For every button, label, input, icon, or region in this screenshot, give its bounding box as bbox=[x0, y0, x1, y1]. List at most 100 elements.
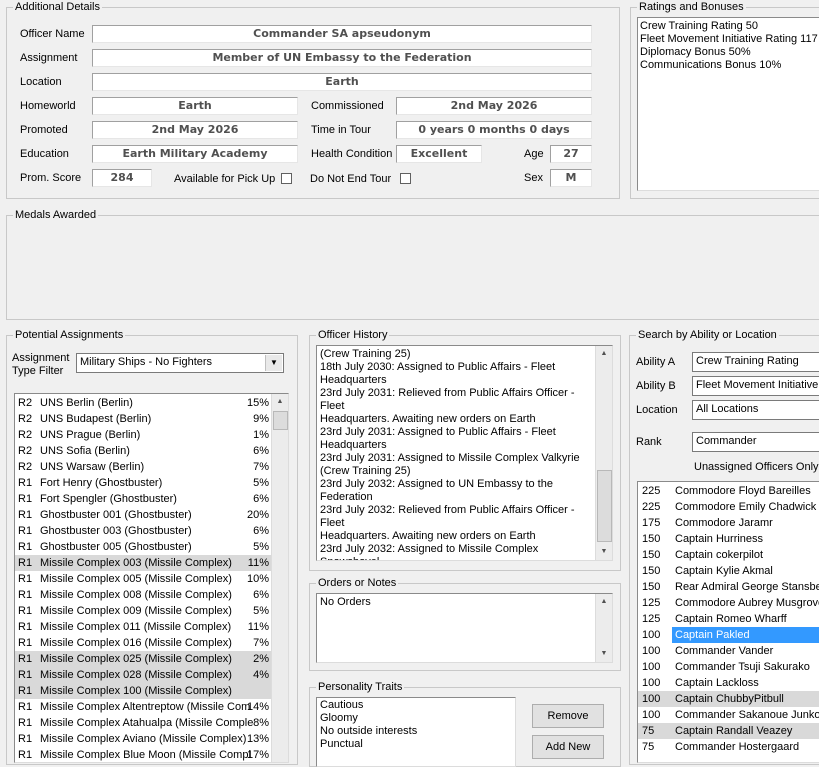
scroll-thumb[interactable] bbox=[273, 411, 288, 430]
officer-row[interactable]: 225 Commodore Floyd Bareilles bbox=[638, 483, 819, 499]
officer-row[interactable]: 100 Captain Pakled bbox=[638, 627, 819, 643]
commissioned-label: Commissioned bbox=[311, 100, 384, 112]
add-new-button[interactable]: Add New bbox=[532, 735, 604, 759]
scroll-up-icon[interactable]: ▲ bbox=[596, 594, 612, 610]
scroll-up-icon[interactable]: ▲ bbox=[596, 346, 612, 362]
history-line: (Crew Training 25) bbox=[320, 348, 411, 360]
homeworld-field[interactable]: Earth bbox=[92, 97, 298, 115]
assignment-name: Missile Complex Altentreptow (Missile Co… bbox=[40, 701, 251, 713]
officer-name: Commodore Jaramr bbox=[675, 517, 773, 529]
assignment-row[interactable]: R1 Missile Complex 003 (Missile Complex) 1… bbox=[15, 555, 271, 571]
unassigned-label[interactable]: Unassigned Officers Only bbox=[694, 460, 819, 474]
officer-row[interactable]: 100 Commander Sakanoue Junko bbox=[638, 707, 819, 723]
location-field[interactable]: Earth bbox=[92, 73, 592, 91]
education-field[interactable]: Earth Military Academy bbox=[92, 145, 298, 163]
commissioned-field[interactable]: 2nd May 2026 bbox=[396, 97, 592, 115]
age-field[interactable]: 27 bbox=[550, 145, 592, 163]
health-label: Health Condition bbox=[311, 148, 393, 160]
remove-button[interactable]: Remove bbox=[532, 704, 604, 728]
officer-row[interactable]: 150 Rear Admiral George Stansber bbox=[638, 579, 819, 595]
assignment-row[interactable]: R2 UNS Warsaw (Berlin) 7% bbox=[15, 459, 271, 475]
assignment-row[interactable]: R1 Missile Complex 025 (Missile Complex) 2… bbox=[15, 651, 271, 667]
ratings-list[interactable]: Crew Training Rating 50 Fleet Movement In… bbox=[637, 17, 819, 191]
trait-item[interactable]: Punctual bbox=[320, 738, 512, 751]
assignment-row[interactable]: R2 UNS Sofia (Berlin) 6% bbox=[15, 443, 271, 459]
assignment-row[interactable]: R1 Fort Spengler (Ghostbuster) 6% bbox=[15, 491, 271, 507]
history-box[interactable]: (Crew Training 25) 18th July 2030: Assign… bbox=[316, 345, 613, 561]
potential-list[interactable]: R2 UNS Berlin (Berlin) 15% R2 UNS Budapest (… bbox=[14, 393, 289, 763]
officer-row[interactable]: 150 Captain Hurriness bbox=[638, 531, 819, 547]
officer-name-field[interactable]: Commander SA apseudonym bbox=[92, 25, 592, 43]
assignment-row[interactable]: R1 Missile Complex 028 (Missile Complex) 4… bbox=[15, 667, 271, 683]
assignment-row[interactable]: R1 Ghostbuster 003 (Ghostbuster) 6% bbox=[15, 523, 271, 539]
assignment-row[interactable]: R1 Missile Complex Altentreptow (Missile … bbox=[15, 699, 271, 715]
assignment-row[interactable]: R1 Missile Complex 005 (Missile Complex) 1… bbox=[15, 571, 271, 587]
scroll-down-icon[interactable]: ▼ bbox=[596, 646, 612, 662]
assignment-row[interactable]: R1 Missile Complex 009 (Missile Complex) 5… bbox=[15, 603, 271, 619]
trait-item[interactable]: Gloomy bbox=[320, 712, 512, 725]
scroll-up-icon[interactable]: ▲ bbox=[272, 394, 288, 410]
officer-row[interactable]: 150 Captain Kylie Akmal bbox=[638, 563, 819, 579]
officer-score: 225 bbox=[642, 485, 661, 497]
ability-a-combo[interactable]: Crew Training Rating bbox=[692, 352, 819, 372]
filter-combo[interactable]: Military Ships - No Fighters ▼ bbox=[76, 353, 284, 373]
officer-list[interactable]: 225 Commodore Floyd Bareilles 225 Commodore… bbox=[637, 481, 819, 763]
assignment-row[interactable]: R2 UNS Budapest (Berlin) 9% bbox=[15, 411, 271, 427]
officer-score: 225 bbox=[642, 501, 661, 513]
assignment-row[interactable]: R1 Missile Complex 100 (Missile Complex) bbox=[15, 683, 271, 699]
officer-name: Captain cokerpilot bbox=[675, 549, 764, 561]
officer-row[interactable]: 100 Commander Tsuji Sakurako bbox=[638, 659, 819, 675]
prom-score-field[interactable]: 284 bbox=[92, 169, 152, 187]
additional-details-title: Additional Details bbox=[13, 0, 102, 14]
rating-item: Communications Bonus 10% bbox=[640, 59, 782, 71]
chevron-down-icon[interactable]: ▼ bbox=[265, 355, 282, 371]
officer-row[interactable]: 75 Commander Hostergaard bbox=[638, 739, 819, 755]
noend-checkbox[interactable] bbox=[400, 173, 411, 184]
potential-scrollbar[interactable]: ▲ bbox=[271, 394, 288, 762]
assignment-field[interactable]: Member of UN Embassy to the Federation bbox=[92, 49, 592, 67]
officer-row[interactable]: 225 Commodore Emily Chadwick bbox=[638, 499, 819, 515]
orders-scrollbar[interactable]: ▲ ▼ bbox=[595, 594, 612, 662]
ability-b-combo[interactable]: Fleet Movement Initiative R bbox=[692, 376, 819, 396]
assignment-row[interactable]: R1 Missile Complex 008 (Missile Complex) 6… bbox=[15, 587, 271, 603]
assignment-row[interactable]: R1 Ghostbuster 005 (Ghostbuster) 5% bbox=[15, 539, 271, 555]
sex-field[interactable]: M bbox=[550, 169, 592, 187]
assignment-row[interactable]: R2 UNS Prague (Berlin) 1% bbox=[15, 427, 271, 443]
scroll-down-icon[interactable]: ▼ bbox=[596, 544, 612, 560]
assignment-row[interactable]: R1 Missile Complex 016 (Missile Complex) 7… bbox=[15, 635, 271, 651]
health-field[interactable]: Excellent bbox=[396, 145, 482, 163]
ability-b-label: Ability B bbox=[636, 380, 676, 392]
assignment-rank: R1 bbox=[18, 717, 33, 729]
officer-row[interactable]: 100 Captain Lackloss bbox=[638, 675, 819, 691]
assignment-row[interactable]: R1 Missile Complex Atahualpa (Missile Com… bbox=[15, 715, 271, 731]
trait-item[interactable]: No outside interests bbox=[320, 725, 512, 738]
officer-row[interactable]: 75 Captain Randall Veazey bbox=[638, 723, 819, 739]
search-location-combo[interactable]: All Locations bbox=[692, 400, 819, 420]
rank-combo[interactable]: Commander bbox=[692, 432, 819, 452]
time-in-tour-field[interactable]: 0 years 0 months 0 days bbox=[396, 121, 592, 139]
scroll-thumb[interactable] bbox=[597, 470, 612, 542]
promoted-field[interactable]: 2nd May 2026 bbox=[92, 121, 298, 139]
age-label: Age bbox=[524, 148, 544, 160]
officer-row[interactable]: 100 Commander Vander bbox=[638, 643, 819, 659]
officer-row[interactable]: 175 Commodore Jaramr bbox=[638, 515, 819, 531]
assignment-row[interactable]: R2 UNS Berlin (Berlin) 15% bbox=[15, 395, 271, 411]
assignment-row[interactable]: R1 Ghostbuster 001 (Ghostbuster) 20% bbox=[15, 507, 271, 523]
assignment-pct: 6% bbox=[253, 589, 269, 601]
officer-name: Commodore Aubrey Musgrove bbox=[675, 597, 819, 609]
personality-list[interactable]: Cautious Gloomy No outside interests Punctu… bbox=[316, 697, 516, 767]
officer-row[interactable]: 100 Captain ChubbyPitbull bbox=[638, 691, 819, 707]
orders-box[interactable]: No Orders ▲ ▼ bbox=[316, 593, 613, 663]
trait-item[interactable]: Cautious bbox=[320, 699, 512, 712]
assignment-row[interactable]: R1 Missile Complex Blue Moon (Missile Com… bbox=[15, 747, 271, 762]
officer-row[interactable]: 150 Captain cokerpilot bbox=[638, 547, 819, 563]
assignment-row[interactable]: R1 Fort Henry (Ghostbuster) 5% bbox=[15, 475, 271, 491]
pickup-checkbox[interactable] bbox=[281, 173, 292, 184]
officer-score: 100 bbox=[642, 693, 661, 705]
history-scrollbar[interactable]: ▲ ▼ bbox=[595, 346, 612, 560]
officer-row[interactable]: 125 Commodore Aubrey Musgrove bbox=[638, 595, 819, 611]
assignment-row[interactable]: R1 Missile Complex Aviano (Missile Comple… bbox=[15, 731, 271, 747]
assignment-row[interactable]: R1 Missile Complex 011 (Missile Complex) 1… bbox=[15, 619, 271, 635]
officer-row[interactable]: 125 Captain Romeo Wharff bbox=[638, 611, 819, 627]
ratings-title: Ratings and Bonuses bbox=[637, 0, 746, 14]
